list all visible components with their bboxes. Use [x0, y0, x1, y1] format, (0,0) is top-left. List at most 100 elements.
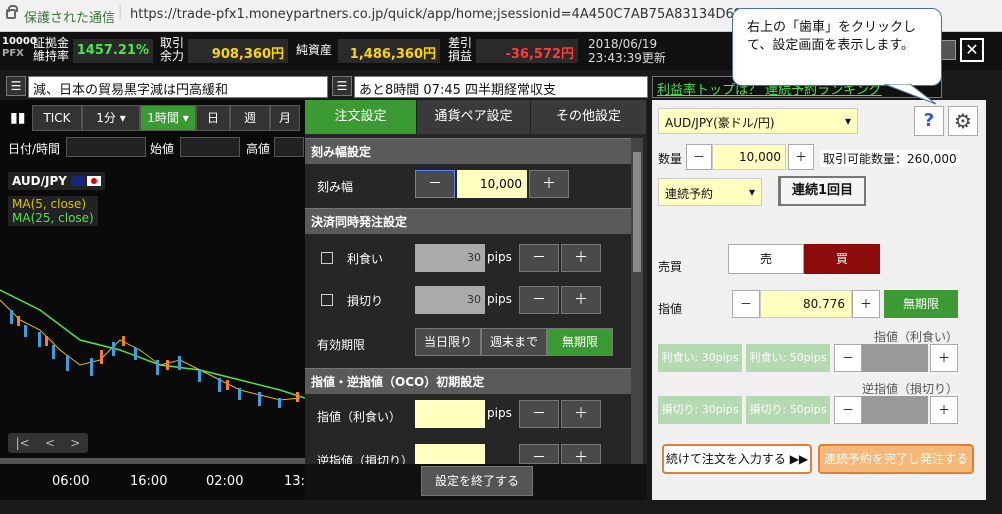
order-type-select[interactable]: 連続予約 ▾: [658, 178, 762, 206]
tab-order-settings[interactable]: 注文設定: [305, 100, 417, 134]
ma5-label: MA(5, close): [12, 197, 87, 211]
expiry-weekend[interactable]: 週末まで: [481, 328, 547, 356]
interval-week[interactable]: 週: [230, 105, 270, 131]
tab-other-settings[interactable]: その他設定: [531, 100, 647, 134]
stop-sl-label: 逆指値（損切り）: [862, 382, 959, 396]
sl30-button[interactable]: 損切り: 30pips: [658, 396, 742, 424]
field-high-input: [274, 137, 304, 157]
tp-price-field[interactable]: [862, 344, 928, 372]
gear-icon[interactable]: ⚙: [948, 106, 978, 136]
sl-value-field[interactable]: 30: [415, 286, 485, 314]
sl-unit: pips: [487, 292, 512, 306]
stop-minus-button[interactable]: －: [519, 444, 559, 466]
news-ticker-2[interactable]: あと8時間 07:45 四半期経常収支: [354, 76, 648, 98]
sl50-button[interactable]: 損切り: 50pips: [746, 396, 830, 424]
chart-type-icon[interactable]: ▮▮: [10, 110, 25, 126]
price-input[interactable]: 80.776: [760, 290, 852, 318]
margin-value: 1457.21%: [73, 39, 153, 63]
expiry-label: 有効期限: [317, 338, 366, 352]
tick-plus-button[interactable]: ＋: [529, 170, 569, 198]
pair-select[interactable]: AUD/JPY(豪ドル/円) ▾: [658, 108, 858, 134]
tp30-button[interactable]: 利食い: 30pips: [658, 344, 742, 372]
expiry-today[interactable]: 当日限り: [415, 328, 481, 356]
tp-checkbox[interactable]: [321, 252, 333, 264]
logo-brand: PFX: [2, 48, 24, 59]
sl-checkbox[interactable]: [321, 294, 333, 306]
expiry-unlimited[interactable]: 無期限: [547, 328, 613, 356]
tp-minus-button[interactable]: －: [834, 344, 862, 372]
chart-panel[interactable]: ▮▮ TICK 1分 ▾ 1時間 ▾ 日 週 月 日付/時間 始値 高値 AUD…: [0, 100, 313, 500]
close-settings-button[interactable]: 設定を終了する: [421, 466, 533, 496]
qty-input[interactable]: 10,000: [712, 144, 786, 170]
margin-label: 証拠金維持率: [33, 36, 70, 63]
close-icon[interactable]: ✕: [960, 38, 984, 62]
chart-scroll-nav[interactable]: |< < >: [8, 433, 88, 453]
available-qty: 取引可能数量：260,000: [820, 150, 960, 167]
news-list-icon[interactable]: ☰: [6, 76, 26, 96]
tick-minus-button[interactable]: －: [415, 170, 455, 198]
tp50-button[interactable]: 利食い: 50pips: [746, 344, 830, 372]
tick-value-field[interactable]: 10,000: [457, 170, 527, 198]
update-date: 2018/06/19: [588, 37, 658, 51]
tp-label: 利食い: [347, 252, 384, 266]
sl-minus-button[interactable]: －: [834, 396, 862, 424]
qty-plus-button[interactable]: ＋: [788, 144, 814, 170]
sl-plus-button[interactable]: ＋: [930, 396, 958, 424]
tp-minus-button[interactable]: －: [519, 244, 559, 272]
sl-minus-button[interactable]: －: [519, 286, 559, 314]
price-label: 指値: [658, 302, 683, 316]
limit-minus-button[interactable]: －: [519, 400, 559, 428]
url-text[interactable]: https://trade-pfx1.moneypartners.co.jp/q…: [130, 7, 776, 22]
trade-power-value: 908,360円: [188, 39, 288, 63]
limit-unit: pips: [487, 406, 512, 420]
interval-tick[interactable]: TICK: [32, 105, 82, 131]
tp-value-field[interactable]: 30: [415, 244, 485, 272]
sl-plus-button[interactable]: ＋: [561, 286, 601, 314]
order-panel: AUD/JPY(豪ドル/円) ▾ ? ⚙ 数量 － 10,000 ＋ 取引可能数量…: [652, 100, 986, 500]
chart-scrollbar[interactable]: [0, 458, 305, 464]
news-ticker-1[interactable]: 減、日本の貿易黒字減は円高緩和: [28, 76, 328, 98]
complete-order-button[interactable]: 連続予約を完了し発注する: [818, 444, 974, 474]
qty-minus-button[interactable]: －: [686, 144, 712, 170]
pl-value: -36,572円: [476, 39, 578, 63]
interval-1hour[interactable]: 1時間 ▾: [140, 105, 196, 131]
trade-power-label: 取引余力: [160, 36, 185, 63]
field-high-label: 高値: [246, 142, 271, 156]
field-date-label: 日付/時間: [8, 142, 61, 156]
interval-day[interactable]: 日: [196, 105, 230, 131]
price-chart[interactable]: [0, 230, 305, 430]
jpy-flag-icon: [86, 176, 101, 186]
qty-label: 数量: [658, 152, 683, 166]
stop-plus-button[interactable]: ＋: [561, 444, 601, 466]
news-list-icon-2[interactable]: ☰: [332, 76, 352, 96]
stop-value-field[interactable]: [415, 444, 485, 464]
prev-icon: <: [44, 436, 56, 450]
price-plus-button[interactable]: ＋: [852, 290, 880, 318]
continue-order-button[interactable]: 続けて注文を入力する ▶▶: [662, 444, 812, 474]
price-minus-button[interactable]: －: [732, 290, 760, 318]
pair-badge: AUD/JPY: [8, 172, 105, 190]
limit-tp-label: 指値（利食い）: [874, 330, 959, 344]
tp-plus-button[interactable]: ＋: [930, 344, 958, 372]
sell-button[interactable]: 売: [728, 244, 804, 274]
tutorial-callout: 右上の「歯車」をクリックして、設定画面を表示します。: [732, 8, 942, 86]
unlimited-button[interactable]: 無期限: [884, 290, 958, 318]
buy-button[interactable]: 買: [804, 244, 880, 274]
tab-pair-settings[interactable]: 通貨ペア設定: [417, 100, 531, 134]
net-assets-value: 1,486,360円: [338, 39, 440, 63]
interval-1min[interactable]: 1分 ▾: [82, 105, 140, 131]
settings-scrollbar[interactable]: [631, 138, 643, 464]
help-icon[interactable]: ?: [914, 106, 944, 136]
pl-label: 差引損益: [448, 36, 473, 63]
first-icon: |<: [15, 436, 30, 450]
aud-flag-icon: [70, 176, 85, 186]
tp-plus-button[interactable]: ＋: [561, 244, 601, 272]
sl-price-field[interactable]: [862, 396, 928, 424]
interval-month[interactable]: 月: [270, 105, 300, 131]
limit-value-field[interactable]: [415, 400, 485, 428]
secure-label: 保護された通信: [24, 11, 116, 26]
limit-plus-button[interactable]: ＋: [561, 400, 601, 428]
tick-label: 刻み幅: [317, 180, 354, 194]
field-open-input: [180, 137, 240, 157]
time-label-2: 02:00: [206, 474, 244, 489]
